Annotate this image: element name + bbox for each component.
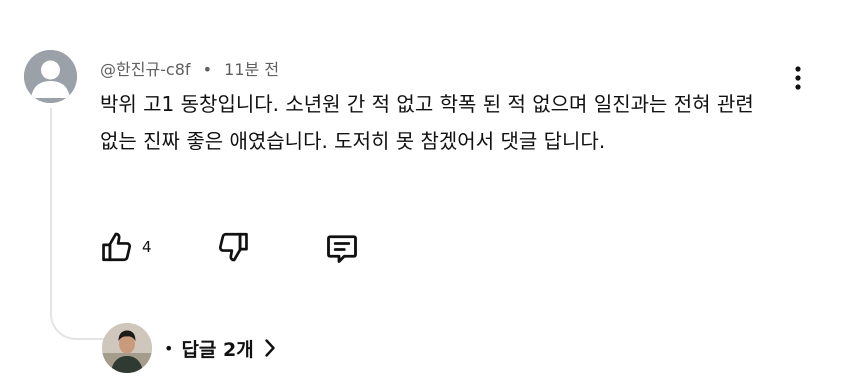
dislike-button[interactable] bbox=[216, 230, 250, 264]
like-button[interactable]: 4 bbox=[100, 230, 152, 264]
partial-icon bbox=[106, 0, 134, 2]
reply-button[interactable] bbox=[324, 230, 360, 266]
default-avatar-icon bbox=[24, 50, 77, 103]
comment-thread: @한진규-c8f • 11분 전 박위 고1 동창입니다. 소년원 간 적 없고… bbox=[0, 0, 850, 383]
comment-text: 박위 고1 동창입니다. 소년원 간 적 없고 학폭 된 적 없으며 일진과는 … bbox=[100, 92, 754, 153]
comment-timestamp[interactable]: 11분 전 bbox=[224, 60, 279, 79]
thumbs-down-icon bbox=[218, 232, 248, 262]
author-handle[interactable]: @한진규-c8f bbox=[100, 60, 191, 79]
like-count: 4 bbox=[142, 238, 152, 256]
replies-count-label: 답글 2개 bbox=[181, 338, 254, 361]
view-replies-button[interactable]: • 답글 2개 bbox=[102, 322, 276, 374]
meta-separator: • bbox=[202, 60, 213, 79]
chevron-right-icon bbox=[264, 338, 276, 358]
thumbs-up-icon bbox=[102, 232, 132, 262]
comment-meta: @한진규-c8f • 11분 전 bbox=[100, 56, 279, 80]
replies-separator: • bbox=[164, 338, 174, 358]
more-vertical-icon bbox=[795, 66, 801, 90]
comment-icon bbox=[327, 235, 357, 263]
comment-menu-button[interactable] bbox=[784, 60, 812, 96]
author-avatar[interactable] bbox=[24, 50, 77, 103]
reply-author-avatar bbox=[102, 323, 152, 373]
